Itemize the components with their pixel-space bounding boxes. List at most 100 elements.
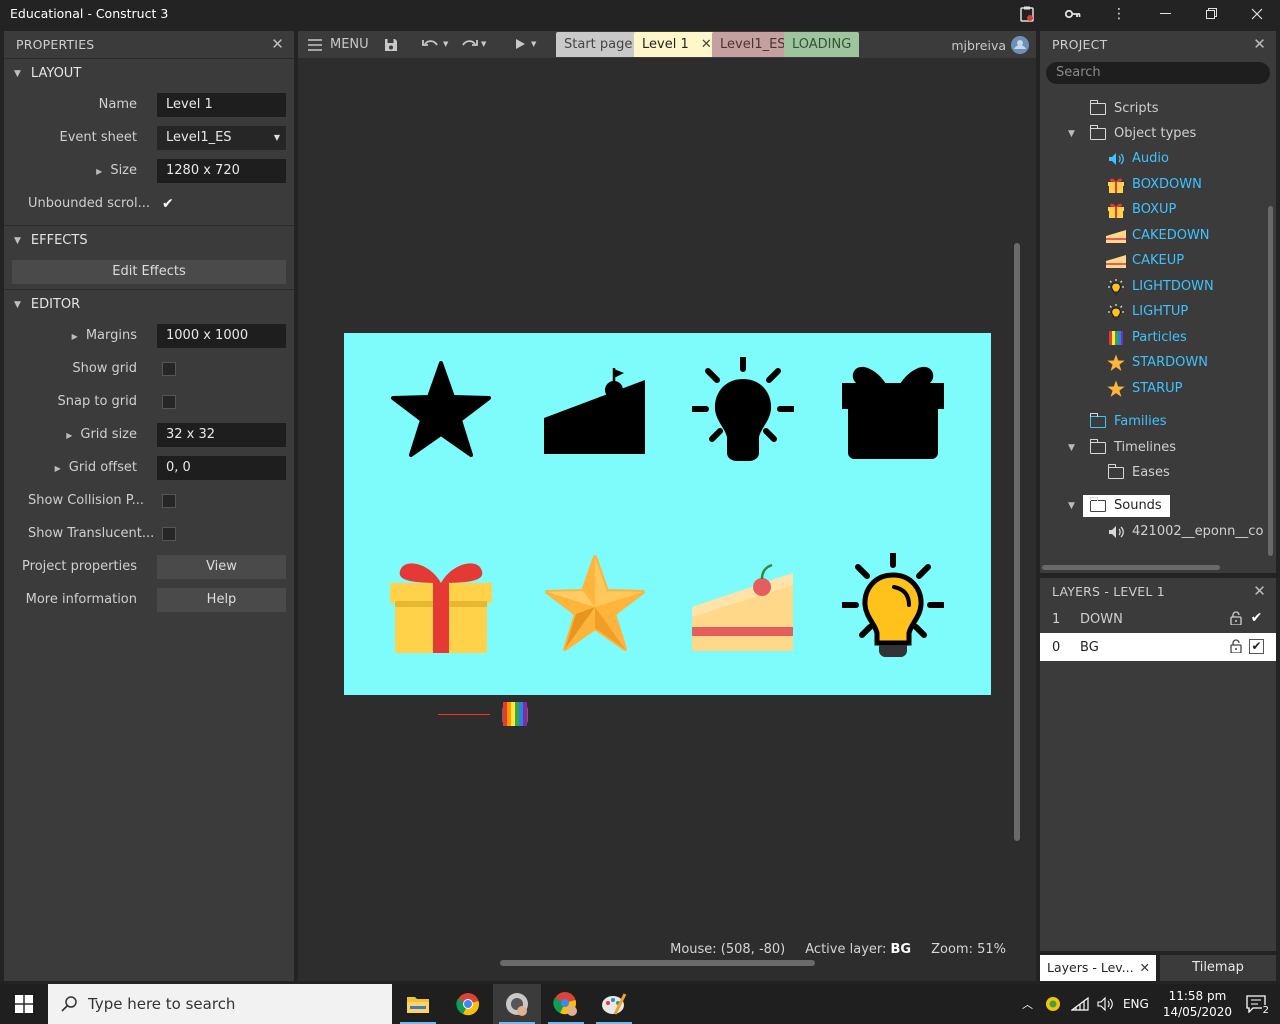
layout-canvas[interactable] bbox=[298, 58, 1024, 969]
restore-button[interactable] bbox=[1188, 0, 1234, 27]
start-button[interactable] bbox=[0, 984, 48, 1024]
grid-size-field[interactable]: 32 x 32 bbox=[157, 423, 286, 447]
snap-grid-checkbox[interactable] bbox=[162, 395, 176, 409]
editor-section[interactable]: ▼ EDITOR bbox=[4, 289, 294, 319]
object-boxup[interactable]: BOXUP bbox=[1106, 199, 1176, 221]
chevron-up-icon[interactable]: ︿ bbox=[1022, 996, 1033, 1012]
object-starup[interactable]: STARUP bbox=[1106, 378, 1182, 400]
margins-field[interactable]: 1000 x 1000 bbox=[157, 324, 286, 348]
particles-object[interactable] bbox=[500, 700, 530, 728]
clock[interactable]: 11:58 pm 14/05/2020 bbox=[1163, 988, 1232, 1020]
file-explorer-app[interactable] bbox=[394, 984, 442, 1024]
expand-triangle-icon[interactable]: ▶ bbox=[96, 167, 102, 176]
star-down-object[interactable] bbox=[390, 361, 492, 461]
object-audio[interactable]: Audio bbox=[1106, 148, 1169, 170]
object-particles[interactable]: Particles bbox=[1106, 327, 1187, 349]
chrome-app[interactable] bbox=[444, 984, 492, 1024]
clipboard-icon[interactable] bbox=[1004, 0, 1050, 27]
event-sheet-select[interactable]: Level1_ES ▼ bbox=[157, 126, 286, 150]
cake-down-object[interactable] bbox=[544, 368, 646, 454]
layer-row-down[interactable]: 1 DOWN ✔ bbox=[1040, 605, 1276, 633]
object-cakedown[interactable]: CAKEDOWN bbox=[1106, 225, 1210, 247]
tab-level-1[interactable]: Level 1 ✕ bbox=[634, 32, 720, 57]
cake-up-object[interactable] bbox=[692, 561, 794, 651]
vertical-scrollbar[interactable] bbox=[1268, 206, 1273, 556]
object-lightdown[interactable]: LIGHTDOWN bbox=[1106, 276, 1214, 298]
minimize-button[interactable] bbox=[1142, 0, 1188, 27]
object-boxdown[interactable]: BOXDOWN bbox=[1106, 174, 1202, 196]
grid-size-label-wrap[interactable]: ▶ Grid size bbox=[66, 418, 137, 451]
collapse-triangle-icon[interactable]: ▼ bbox=[1068, 501, 1075, 511]
folder-sounds[interactable]: Sounds bbox=[1083, 495, 1170, 517]
chevron-down-icon[interactable]: ▼ bbox=[481, 40, 486, 48]
construct-app[interactable] bbox=[493, 984, 541, 1024]
lightbulb-down-object[interactable] bbox=[692, 357, 794, 461]
folder-object-types[interactable]: Object types bbox=[1088, 123, 1196, 145]
key-icon[interactable] bbox=[1050, 0, 1096, 27]
close-icon[interactable]: ✕ bbox=[1253, 37, 1266, 52]
paint-app[interactable] bbox=[590, 984, 638, 1024]
expand-triangle-icon[interactable]: ▶ bbox=[66, 431, 72, 440]
redo-icon[interactable]: ▼ bbox=[460, 38, 486, 50]
margins-label-wrap[interactable]: ▶ Margins bbox=[72, 319, 137, 352]
close-icon[interactable]: ✕ bbox=[1253, 584, 1266, 599]
tab-level1-es[interactable]: Level1_ES bbox=[712, 32, 794, 57]
folder-scripts[interactable]: Scripts bbox=[1088, 98, 1158, 120]
save-icon[interactable] bbox=[384, 38, 398, 52]
object-lightup[interactable]: LIGHTUP bbox=[1106, 301, 1188, 323]
layer-visible-checkbox[interactable]: ✔ bbox=[1249, 611, 1264, 626]
box-down-object[interactable] bbox=[842, 363, 944, 459]
lightbulb-up-object[interactable] bbox=[842, 553, 944, 657]
vertical-scrollbar[interactable] bbox=[1014, 243, 1020, 841]
layer-row-bg[interactable]: 0 BG ✔ bbox=[1040, 633, 1276, 661]
taskbar-search-input[interactable]: Type here to search bbox=[48, 984, 392, 1024]
more-options-icon[interactable]: ⋮ bbox=[1096, 0, 1142, 27]
collapse-triangle-icon[interactable]: ▼ bbox=[1068, 443, 1075, 453]
play-icon[interactable]: ▼ bbox=[514, 38, 536, 50]
tab-start-page[interactable]: Start page bbox=[556, 32, 641, 57]
unlock-icon[interactable] bbox=[1230, 611, 1242, 625]
grid-offset-label-wrap[interactable]: ▶ Grid offset bbox=[55, 451, 137, 484]
wifi-icon[interactable] bbox=[1070, 997, 1089, 1011]
app-tray-icon[interactable] bbox=[1045, 996, 1061, 1012]
collapse-triangle-icon[interactable]: ▼ bbox=[1068, 129, 1075, 139]
tab-loading[interactable]: LOADING bbox=[784, 32, 860, 57]
tab-layers[interactable]: Layers - Lev... ✕ bbox=[1040, 955, 1156, 981]
collapse-triangle-icon[interactable]: ▼ bbox=[14, 300, 21, 310]
project-search-input[interactable]: Search bbox=[1046, 62, 1270, 84]
folder-families[interactable]: Families bbox=[1088, 411, 1167, 433]
grid-offset-field[interactable]: 0, 0 bbox=[157, 456, 286, 480]
user-account[interactable]: mjbreiva bbox=[951, 35, 1030, 55]
folder-timelines[interactable]: Timelines bbox=[1088, 437, 1176, 459]
object-cakeup[interactable]: CAKEUP bbox=[1106, 250, 1184, 272]
volume-icon[interactable] bbox=[1097, 997, 1113, 1011]
effects-section[interactable]: ▼ EFFECTS bbox=[4, 225, 294, 255]
size-label-wrap[interactable]: ▶ Size bbox=[96, 154, 137, 187]
close-button[interactable] bbox=[1234, 0, 1280, 27]
close-icon[interactable]: ✕ bbox=[1140, 955, 1150, 981]
undo-icon[interactable]: ▼ bbox=[422, 38, 448, 50]
expand-triangle-icon[interactable]: ▶ bbox=[55, 464, 61, 473]
tab-tilemap[interactable]: Tilemap bbox=[1160, 955, 1276, 981]
unbounded-checkbox[interactable]: ✔ bbox=[162, 197, 176, 211]
show-collision-checkbox[interactable] bbox=[162, 494, 176, 508]
edit-effects-button[interactable]: Edit Effects bbox=[12, 260, 286, 284]
language-indicator[interactable]: ENG bbox=[1123, 997, 1149, 1011]
collapse-triangle-icon[interactable]: ▼ bbox=[14, 236, 21, 246]
view-button[interactable]: View bbox=[157, 555, 286, 579]
chrome-profile-app[interactable] bbox=[542, 984, 590, 1024]
layout-area[interactable] bbox=[344, 333, 991, 695]
size-field[interactable]: 1280 x 720 bbox=[157, 159, 286, 183]
folder-eases[interactable]: Eases bbox=[1106, 462, 1170, 484]
menu-button[interactable]: MENU bbox=[308, 37, 369, 52]
show-grid-checkbox[interactable] bbox=[162, 362, 176, 376]
layer-visible-checkbox[interactable]: ✔ bbox=[1249, 639, 1264, 654]
show-translucent-checkbox[interactable] bbox=[162, 527, 176, 541]
sound-file[interactable]: 421002__eponn__correc bbox=[1106, 521, 1264, 543]
audio-marker[interactable] bbox=[438, 714, 490, 715]
help-button[interactable]: Help bbox=[157, 588, 286, 612]
star-up-object[interactable] bbox=[544, 555, 646, 655]
action-center-button[interactable]: 2 bbox=[1232, 984, 1280, 1024]
chevron-down-icon[interactable]: ▼ bbox=[443, 40, 448, 48]
horizontal-scrollbar[interactable] bbox=[500, 960, 815, 966]
